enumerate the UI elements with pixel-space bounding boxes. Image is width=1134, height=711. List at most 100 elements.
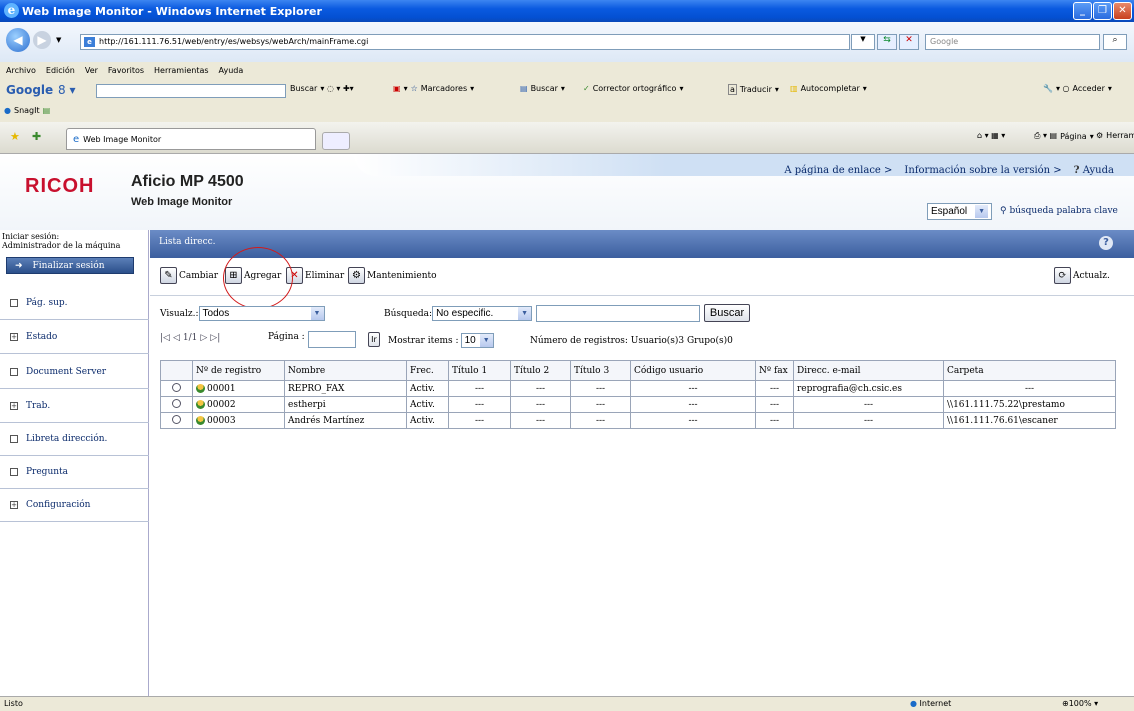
cell-nombre: estherpi [284, 396, 407, 413]
row-radio[interactable] [172, 382, 181, 392]
snagit-button[interactable]: ● SnagIt ▤ [4, 106, 50, 115]
sidebar-item-label: Estado [26, 331, 58, 342]
language-select[interactable]: Español ▼ [927, 203, 993, 220]
col-header: Título 2 [510, 360, 571, 381]
help-question-icon: ? [1073, 165, 1080, 176]
menu-ayuda[interactable]: Ayuda [219, 66, 244, 75]
home-icon[interactable]: ⌂ ▾ ▦ ▾ [977, 131, 1005, 140]
menu-edicion[interactable]: Edición [46, 66, 75, 75]
google-menu-icon[interactable]: 8 ▾ [58, 83, 75, 97]
menu-favoritos[interactable]: Favoritos [108, 66, 144, 75]
acceder-button[interactable]: 🔧 ▾ ○ Acceder ▾ [1043, 84, 1112, 93]
traducir-button[interactable]: a Traducir ▾ [728, 84, 779, 95]
maximize-button[interactable]: ❐ [1093, 2, 1112, 20]
busqueda-input[interactable] [536, 305, 700, 322]
sidebar-item-libreta[interactable]: Libreta dirección. [0, 422, 149, 456]
autocompletar-button[interactable]: ▥ Autocompletar ▾ [790, 84, 867, 93]
minimize-button[interactable]: _ [1073, 2, 1092, 20]
mostrar-select[interactable]: 10 ▼ [460, 333, 494, 348]
snagit-toolbar: ● SnagIt ▤ [0, 103, 1134, 122]
google-buscar-button[interactable]: Buscar ▾ ◌ ▾ ✚▾ [290, 84, 354, 93]
favorites-star-icon[interactable]: ★ [10, 130, 20, 143]
cell-t2: --- [510, 380, 571, 397]
next-page-icon[interactable]: ▷ [200, 333, 207, 343]
actualizar-button[interactable]: ⟳ Actualz. [1054, 267, 1110, 284]
page-icon: e [84, 37, 95, 47]
table-row[interactable]: 00003 Andrés Martínez Activ. --- --- --- --- --… [160, 412, 1116, 429]
help-icon[interactable]: ? [1099, 236, 1113, 250]
link-pagina-enlace[interactable]: A página de enlace > [784, 165, 892, 176]
visualz-select[interactable]: Todos ▼ [198, 306, 325, 321]
close-button[interactable]: ✕ [1113, 2, 1132, 20]
link-informacion-version[interactable]: Información sobre la versión > [904, 165, 1061, 176]
sidebar-item-document-server[interactable]: Document Server [0, 355, 149, 389]
mantenimiento-button[interactable]: ⚙ Mantenimiento [348, 267, 437, 284]
link-ayuda[interactable]: ? Ayuda [1074, 165, 1114, 176]
forward-icon[interactable]: ▶ [33, 31, 51, 49]
pagina-input[interactable] [308, 331, 356, 348]
zoom-value: 100% [1068, 699, 1092, 708]
buscar-dropdown-button[interactable]: ▤ Buscar ▾ [520, 84, 565, 93]
sidebar-item-estado[interactable]: + Estado [0, 320, 149, 354]
cell-email: --- [793, 396, 944, 413]
search-icon[interactable]: ⌕ [1103, 34, 1127, 50]
col-header: Carpeta [943, 360, 1116, 381]
pagina-button[interactable]: ⎙ ▾ ▤ Página ▾ [1034, 131, 1094, 141]
menu-archivo[interactable]: Archivo [6, 66, 36, 75]
login-user: Administrador de la máquina [2, 241, 121, 250]
table-row[interactable]: 00002 estherpi Activ. --- --- --- --- --- --- \\1… [160, 396, 1116, 413]
sidebar-item-label: Pregunta [26, 466, 69, 477]
sidebar-item-pag-sup[interactable]: Pág. sup. [0, 286, 149, 320]
section-title-bar: Lista direcc. [150, 230, 1134, 258]
mostrar-label: Mostrar items : [388, 335, 459, 346]
row-radio[interactable] [172, 398, 181, 408]
chevron-down-icon: ▼ [975, 205, 989, 218]
keyword-search-link[interactable]: ⚲ búsqueda palabra clave [1000, 206, 1118, 216]
corrector-button[interactable]: ✓ Corrector ortográfico ▾ [583, 84, 683, 93]
address-go-icon[interactable]: ▼ [851, 34, 875, 50]
zoom-control[interactable]: ⊕100% ▾ [1062, 699, 1098, 708]
login-info: Iniciar sesión: Administrador de la máqu… [2, 232, 120, 250]
menu-ver[interactable]: Ver [85, 66, 98, 75]
search-input[interactable]: Google [925, 34, 1100, 50]
refresh-icon[interactable]: ⇆ [877, 34, 897, 50]
back-icon[interactable]: ◀ [6, 28, 30, 52]
mostrar-items-control: Mostrar items : 10 ▼ [388, 333, 494, 348]
col-header: Nº de registro [192, 360, 285, 381]
window-title-bar: e Web Image Monitor - Windows Internet E… [0, 0, 1134, 22]
prev-page-icon[interactable]: ◁ [173, 333, 180, 343]
herramientas-button[interactable]: ⚙ Herramientas ▾ [1096, 131, 1134, 140]
cambiar-button[interactable]: ✎ Cambiar [160, 267, 218, 284]
add-favorites-icon[interactable]: ✚ [32, 130, 41, 143]
ir-button[interactable]: Ir [368, 332, 380, 347]
sidebar-item-pregunta[interactable]: Pregunta [0, 455, 149, 489]
logout-button[interactable]: ➜ Finalizar sesión [6, 257, 134, 274]
marcadores-button[interactable]: ▣ ▾ ☆ Marcadores ▾ [393, 84, 474, 93]
tab-web-image-monitor[interactable]: e Web Image Monitor [66, 128, 316, 150]
sidebar-item-configuracion[interactable]: + Configuración [0, 488, 149, 522]
cell-reg: 00001 [192, 380, 285, 397]
stop-icon[interactable]: ✕ [899, 34, 919, 50]
table-row[interactable]: 00001 REPRO_FAX Activ. --- --- --- --- --- repro… [160, 380, 1116, 397]
last-page-icon[interactable]: ▷| [210, 333, 220, 343]
first-page-icon[interactable]: |◁ [160, 333, 170, 343]
eliminar-label: Eliminar [305, 270, 345, 281]
menu-herramientas[interactable]: Herramientas [154, 66, 209, 75]
sidebar-item-label: Trab. [26, 400, 51, 411]
globe-icon: ● [910, 699, 917, 708]
google-search-input[interactable] [96, 84, 286, 98]
pagina-field-label: Página : [268, 332, 305, 342]
ayuda-label: Ayuda [1082, 165, 1114, 176]
sidebar-item-trab[interactable]: + Trab. [0, 389, 149, 423]
history-dropdown-icon[interactable]: ▼ [56, 36, 61, 44]
row-radio[interactable] [172, 414, 181, 424]
new-tab-button[interactable] [322, 132, 350, 150]
eliminar-button[interactable]: ✕ Eliminar [286, 267, 344, 284]
search-placeholder: Google [930, 37, 959, 46]
busqueda-select[interactable]: No especific. ▼ [432, 306, 533, 321]
address-input[interactable]: e http://161.111.76.51/web/entry/es/webs… [80, 34, 850, 50]
col-header: Nº fax [755, 360, 794, 381]
col-header: Título 3 [570, 360, 631, 381]
sidebar-item-label: Document Server [26, 366, 107, 377]
buscar-button[interactable]: Buscar [704, 304, 750, 322]
